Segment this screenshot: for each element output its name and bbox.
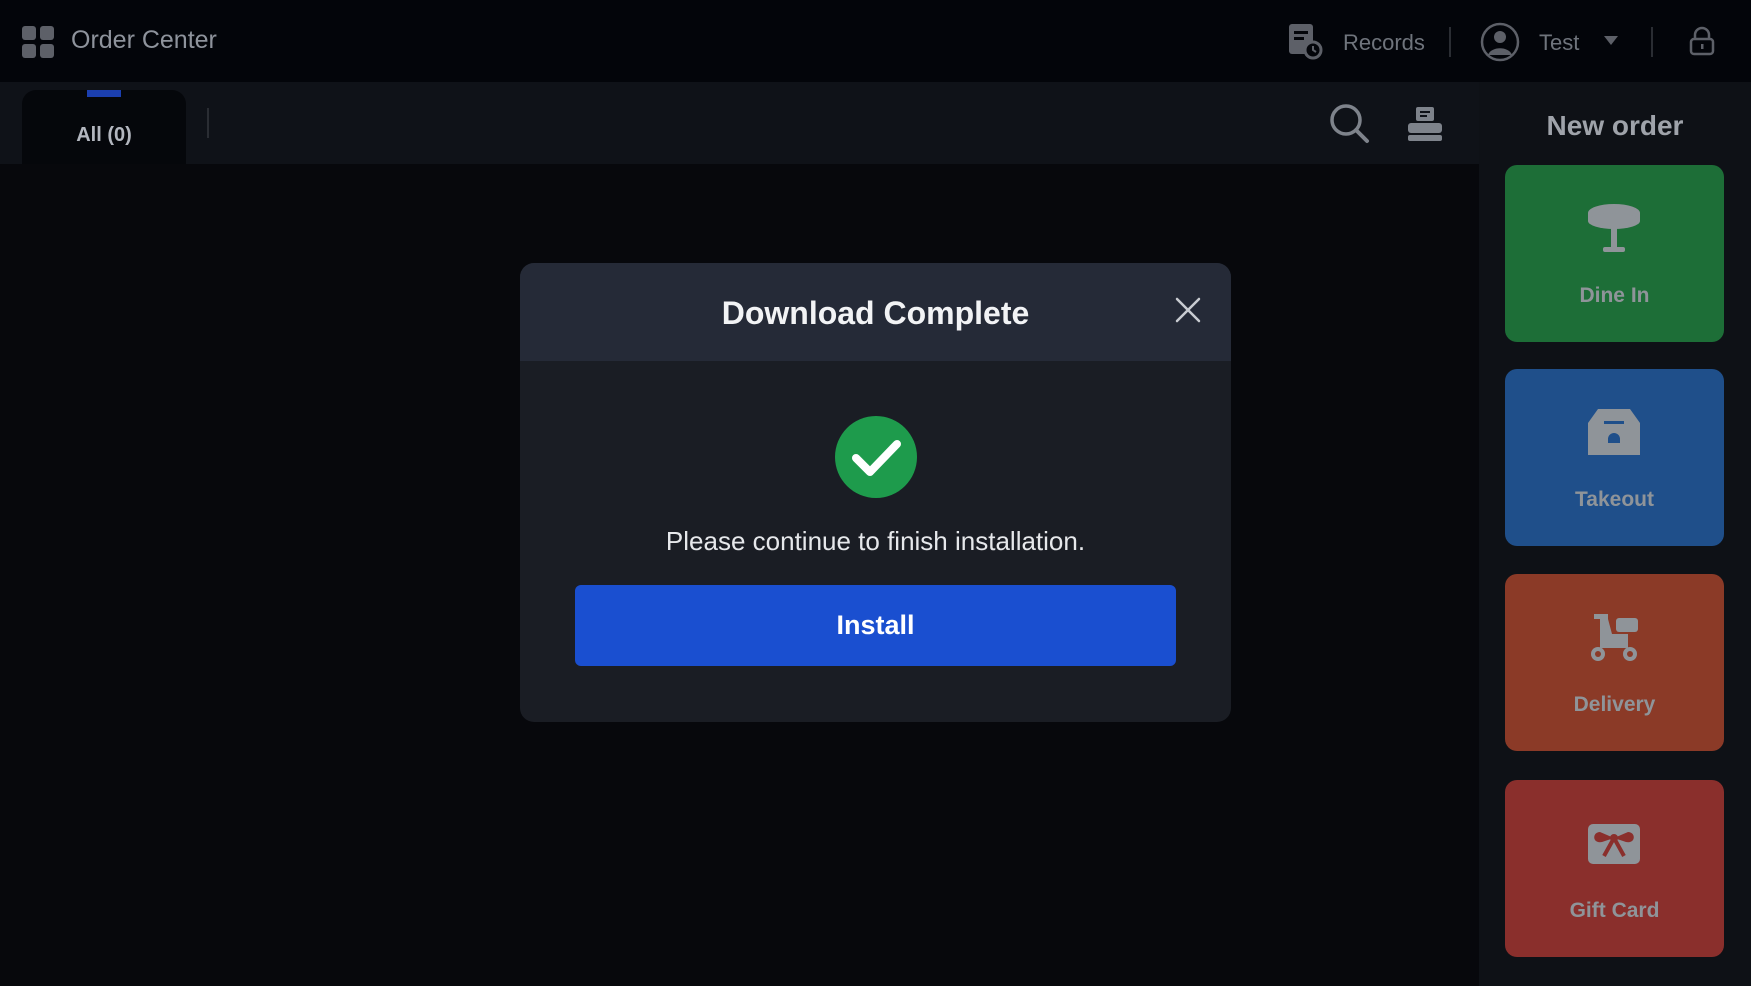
divider <box>1449 27 1451 57</box>
tab-all[interactable]: All (0) <box>22 90 186 164</box>
top-bar: Order Center Records Test <box>0 0 1751 82</box>
user-avatar-icon[interactable] <box>1480 22 1520 62</box>
scooter-icon <box>1591 614 1638 661</box>
card-label: Dine In <box>1579 284 1650 307</box>
success-check-icon <box>835 416 917 498</box>
card-label: Delivery <box>1573 693 1656 716</box>
takeout-button[interactable]: Takeout <box>1505 369 1724 546</box>
search-icon[interactable] <box>1328 102 1370 144</box>
tab-active-indicator <box>87 90 121 97</box>
chevron-down-icon[interactable] <box>1603 35 1619 47</box>
lock-icon[interactable] <box>1688 26 1716 56</box>
dine-in-button[interactable]: Dine In <box>1505 165 1724 342</box>
gift-card-button[interactable]: Gift Card <box>1505 780 1724 957</box>
card-label: Gift Card <box>1569 899 1660 922</box>
table-icon <box>1588 204 1640 252</box>
user-name[interactable]: Test <box>1539 30 1579 56</box>
close-icon[interactable] <box>1174 296 1202 324</box>
dialog-title: Download Complete <box>721 295 1030 331</box>
panel-title: New order <box>1546 110 1684 141</box>
apps-grid-icon[interactable] <box>22 26 54 58</box>
download-complete-dialog: Download Complete Please continue to fin… <box>520 263 1231 722</box>
divider <box>1651 27 1653 57</box>
records-link[interactable]: Records <box>1343 30 1425 56</box>
delivery-button[interactable]: Delivery <box>1505 574 1724 751</box>
tab-label: All (0) <box>76 124 132 146</box>
dialog-header: Download Complete <box>520 263 1231 361</box>
gift-card-icon <box>1588 824 1640 864</box>
dialog-message: Please continue to finish installation. <box>665 526 1086 556</box>
card-label: Takeout <box>1575 488 1654 511</box>
printer-icon[interactable] <box>1406 105 1444 143</box>
order-tabs: All (0) <box>0 82 1479 164</box>
tab-separator <box>207 108 209 138</box>
takeout-box-icon <box>1588 409 1640 455</box>
records-icon[interactable] <box>1287 22 1323 60</box>
app-title: Order Center <box>71 26 217 54</box>
new-order-panel: New order Dine In Takeout Delivery Gift … <box>1479 82 1751 986</box>
install-button[interactable]: Install <box>575 585 1176 666</box>
